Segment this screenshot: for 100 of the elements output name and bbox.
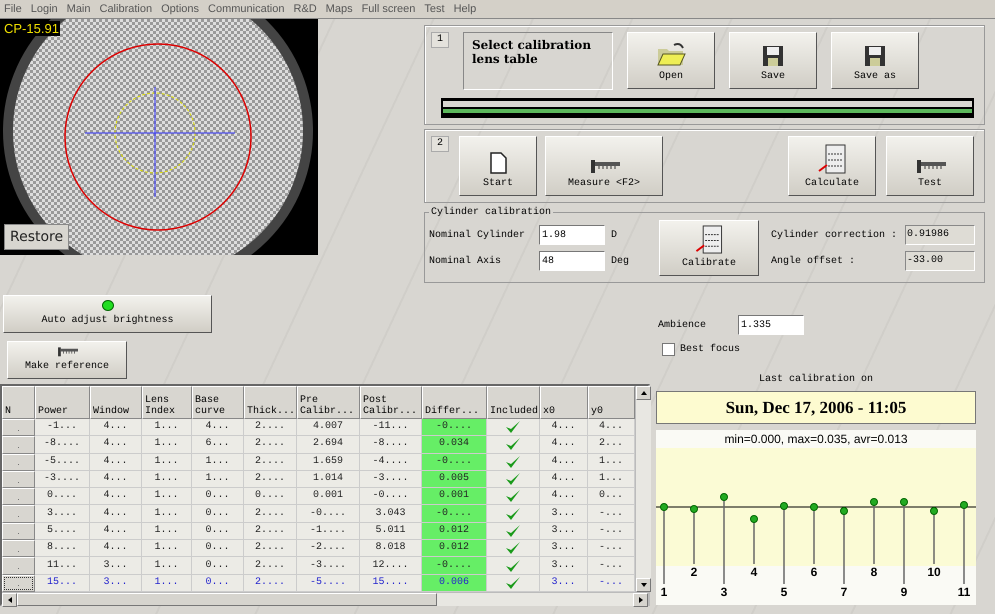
row-header[interactable]: . bbox=[2, 505, 35, 523]
menu-item[interactable]: Login bbox=[30, 3, 58, 15]
table-cell: -11... bbox=[360, 419, 422, 436]
table-cell: 1... bbox=[142, 436, 192, 454]
table-cell: 15... bbox=[35, 574, 90, 592]
toolbar-button[interactable]: Save as bbox=[831, 32, 919, 89]
input-field[interactable]: 48 bbox=[539, 251, 605, 271]
table-cell: 2.... bbox=[244, 419, 297, 436]
horizontal-scrollbar[interactable] bbox=[2, 592, 648, 606]
column-header[interactable]: Window bbox=[90, 386, 142, 419]
vertical-scrollbar[interactable] bbox=[635, 386, 651, 592]
calculator-icon bbox=[818, 144, 846, 174]
chart-title: min=0.000, max=0.035, avr=0.013 bbox=[723, 431, 909, 448]
row-header[interactable]: . bbox=[2, 574, 35, 592]
column-header[interactable]: Included bbox=[487, 386, 540, 419]
menu-item[interactable]: Help bbox=[454, 3, 476, 15]
table-cell: 15.... bbox=[360, 574, 422, 592]
table-cell: 1... bbox=[142, 470, 192, 488]
row-header[interactable]: . bbox=[2, 557, 35, 575]
toolbar-button[interactable]: Save bbox=[729, 32, 817, 89]
result-value: 0.91986 bbox=[905, 225, 975, 245]
toolbar-button[interactable]: Test bbox=[886, 136, 974, 196]
auto-brightness-button[interactable]: Auto adjust brightness bbox=[3, 295, 212, 333]
column-header[interactable]: Pre Calibr... bbox=[297, 386, 360, 419]
table-cell: 1... bbox=[142, 454, 192, 471]
row-header[interactable]: . bbox=[2, 522, 35, 540]
table-cell: 0.001 bbox=[297, 488, 360, 506]
column-header[interactable]: Lens Index bbox=[142, 386, 192, 419]
menu-item[interactable]: Maps bbox=[326, 3, 353, 15]
row-header[interactable]: . bbox=[2, 540, 35, 558]
column-header[interactable]: y0 bbox=[588, 386, 635, 419]
table-cell: 0.006 bbox=[422, 574, 487, 592]
page-icon bbox=[489, 152, 507, 174]
column-header[interactable]: Power bbox=[35, 386, 90, 419]
table-cell: 4... bbox=[90, 488, 142, 506]
toolbar-button[interactable]: Calculate bbox=[788, 136, 876, 196]
table-cell: 11... bbox=[35, 557, 90, 575]
table-cell: 3... bbox=[90, 574, 142, 592]
menu-item[interactable]: Options bbox=[161, 3, 200, 15]
column-header[interactable]: N bbox=[2, 386, 35, 419]
table-cell: 6... bbox=[192, 436, 244, 454]
table-cell: 1... bbox=[142, 574, 192, 592]
toolbar-button[interactable]: Start bbox=[459, 136, 537, 196]
menu-item[interactable]: Test bbox=[424, 3, 445, 15]
table-cell: 5.011 bbox=[360, 522, 422, 540]
point-label: 8 bbox=[870, 565, 878, 579]
toolbar-button[interactable]: Open bbox=[627, 32, 715, 89]
restore-button[interactable]: Restore bbox=[4, 224, 70, 250]
table-cell: -8.... bbox=[360, 436, 422, 454]
calibrate-button[interactable]: Calibrate bbox=[659, 220, 759, 276]
point-label: 6 bbox=[810, 565, 818, 579]
menu-item[interactable]: Calibration bbox=[100, 3, 152, 15]
menu-item[interactable]: Communication bbox=[208, 3, 284, 15]
ambience-label: Ambience bbox=[658, 320, 708, 330]
table-cell: 5.... bbox=[35, 522, 90, 540]
table-cell: -1.... bbox=[297, 522, 360, 540]
table-cell: -0.... bbox=[422, 557, 487, 575]
column-header[interactable]: x0 bbox=[540, 386, 588, 419]
table-cell: -5.... bbox=[297, 574, 360, 592]
ambience-field[interactable]: 1.335 bbox=[738, 315, 804, 335]
menu-item[interactable]: Full screen bbox=[362, 3, 416, 15]
table-cell: 4... bbox=[588, 419, 635, 436]
table-cell: 12.... bbox=[360, 557, 422, 575]
table-cell: 4... bbox=[540, 454, 588, 471]
menu-item[interactable]: Main bbox=[66, 3, 90, 15]
point-label: 4 bbox=[750, 565, 758, 579]
table-cell: 2... bbox=[588, 436, 635, 454]
table-cell: -0.... bbox=[422, 505, 487, 523]
table-cell: -... bbox=[588, 574, 635, 592]
menu-item[interactable]: R&D bbox=[293, 3, 317, 15]
table-cell: 1... bbox=[142, 488, 192, 506]
row-header[interactable]: . bbox=[2, 419, 35, 436]
point-label: 3 bbox=[720, 585, 728, 599]
table-cell: -0.... bbox=[297, 505, 360, 523]
checkbox-label: Best focus bbox=[680, 344, 740, 355]
result-label: Angle offset : bbox=[771, 256, 856, 266]
scroll-arrow-icon[interactable] bbox=[6, 596, 14, 604]
point-label: 7 bbox=[840, 585, 848, 599]
table-cell: 2.... bbox=[244, 522, 297, 540]
table-cell: -3.... bbox=[297, 557, 360, 575]
table-cell: 4... bbox=[540, 436, 588, 454]
make-reference-button[interactable]: Make reference bbox=[7, 341, 127, 379]
toolbar-button[interactable]: Measure <F2> bbox=[545, 136, 663, 196]
best-focus-checkbox[interactable] bbox=[662, 343, 675, 356]
row-header[interactable]: . bbox=[2, 436, 35, 454]
column-header[interactable]: Thick... bbox=[244, 386, 297, 419]
row-header[interactable]: . bbox=[2, 454, 35, 471]
column-header[interactable]: Post Calibr... bbox=[360, 386, 422, 419]
table-cell: 2.... bbox=[244, 574, 297, 592]
menu-item[interactable]: File bbox=[4, 3, 22, 15]
scroll-arrow-icon[interactable] bbox=[640, 389, 648, 397]
column-header[interactable]: Differ... bbox=[422, 386, 487, 419]
row-header[interactable]: . bbox=[2, 488, 35, 506]
row-header[interactable]: . bbox=[2, 470, 35, 488]
table-cell: 2.694 bbox=[297, 436, 360, 454]
input-field[interactable]: 1.98 bbox=[539, 225, 605, 245]
table-cell: 0.034 bbox=[422, 436, 487, 454]
column-header[interactable]: Base curve bbox=[192, 386, 244, 419]
table-cell: -0.... bbox=[422, 454, 487, 471]
table-cell: 0... bbox=[192, 557, 244, 575]
